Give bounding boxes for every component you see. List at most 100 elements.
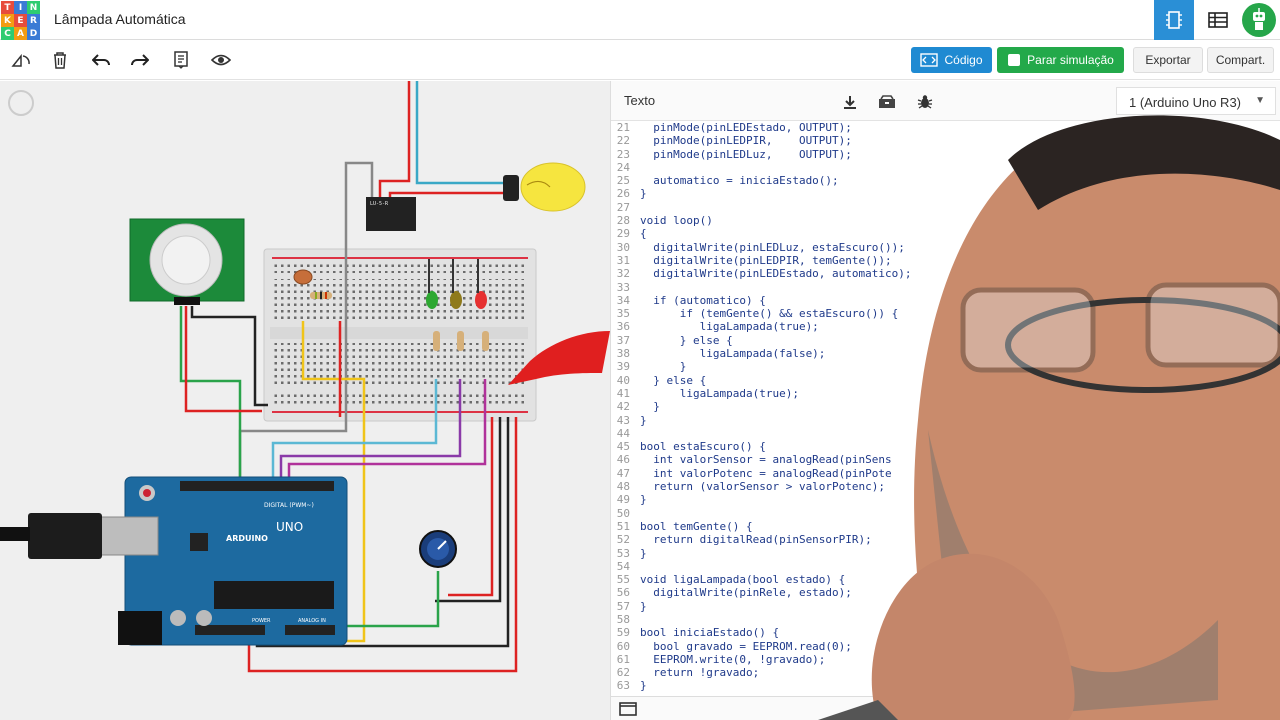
wire-black-pot: [435, 417, 502, 603]
photoresistor: [293, 269, 313, 285]
serial-monitor-icon: [619, 702, 637, 716]
arduino-model: UNO: [276, 520, 303, 534]
breadboard-power-rail: [272, 411, 528, 413]
share-button[interactable]: Compart.: [1207, 47, 1274, 73]
robot-icon: [1253, 8, 1265, 30]
logo-letter: E: [14, 14, 27, 27]
component-list-button[interactable]: [1198, 0, 1238, 40]
code-button-label: Código: [944, 53, 983, 67]
stop-simulation-label: Parar simulação: [1027, 53, 1114, 67]
notes-button[interactable]: [169, 48, 193, 72]
code-text: bool temGente() {: [640, 519, 753, 533]
dc-jack: [118, 611, 162, 645]
line-number: 40: [616, 373, 630, 387]
redo-icon: [131, 54, 149, 66]
usb-cable: [0, 527, 30, 541]
code-text: }: [640, 413, 647, 427]
line-number: 31: [616, 253, 630, 267]
logo-letter: R: [27, 14, 40, 27]
line-number: 62: [616, 666, 630, 680]
code-text: }: [640, 187, 647, 201]
stop-icon: [1008, 54, 1021, 66]
line-number: 25: [616, 174, 630, 188]
code-text: }: [640, 400, 660, 414]
line-number: 53: [616, 546, 630, 560]
line-number: 54: [616, 559, 630, 573]
circuit-canvas[interactable]: LU-5-R DIGITAL (PWM~) ARDUINO UNO POWER …: [0, 81, 610, 720]
line-number: 30: [616, 240, 630, 254]
line-number: 48: [616, 480, 630, 494]
line-number: 47: [616, 466, 630, 480]
circuit-view-button[interactable]: [1154, 0, 1194, 40]
code-button[interactable]: Código: [911, 47, 992, 73]
line-number: 58: [616, 612, 630, 626]
presenter-photo: [818, 115, 1280, 720]
code-text: ligaLampada(true);: [640, 320, 819, 334]
line-number: 37: [616, 333, 630, 347]
delete-button[interactable]: [48, 48, 72, 72]
logo-letter: T: [1, 1, 14, 14]
breadboard-divider: [270, 327, 528, 339]
code-text: }: [640, 599, 647, 613]
wire-red-pir: [184, 306, 262, 413]
eye-icon: [211, 54, 231, 66]
line-number: 46: [616, 453, 630, 467]
line-number: 24: [616, 160, 630, 174]
code-text: {: [640, 227, 647, 241]
code-mode-label[interactable]: Texto: [624, 93, 655, 108]
resistor-ldr: [310, 292, 332, 299]
relay-label: LU-5-R: [370, 201, 389, 207]
arduino-digital-label: DIGITAL (PWM~): [264, 502, 314, 509]
logo-letter: C: [1, 27, 14, 40]
chip-icon: [1166, 11, 1182, 29]
line-number: 60: [616, 639, 630, 653]
arduino-power-label: POWER: [252, 618, 271, 624]
user-avatar[interactable]: [1242, 3, 1276, 37]
project-title[interactable]: Lâmpada Automática: [54, 11, 186, 27]
line-number: 61: [616, 652, 630, 666]
code-icon: [920, 53, 939, 67]
export-button[interactable]: Exportar: [1133, 47, 1203, 73]
undo-button[interactable]: [89, 48, 113, 72]
view-button[interactable]: [209, 48, 233, 72]
light-bulb: [503, 162, 586, 212]
line-number: 52: [616, 533, 630, 547]
circuit-diagram: LU-5-R DIGITAL (PWM~) ARDUINO UNO POWER …: [0, 81, 610, 673]
wire-red-top: [378, 81, 411, 204]
line-number: 32: [616, 267, 630, 281]
rotate-button[interactable]: [9, 48, 33, 72]
logo-letter: I: [14, 1, 27, 14]
code-text: } else {: [640, 333, 733, 347]
arduino-analog-label: ANALOG IN: [298, 618, 326, 624]
line-number: 50: [616, 506, 630, 520]
notes-icon: [174, 51, 188, 69]
line-number: 28: [616, 214, 630, 228]
breadboard-power-rail: [272, 257, 528, 259]
tinkercad-logo[interactable]: TINKERCAD: [0, 0, 40, 40]
code-text: }: [640, 546, 647, 560]
undo-icon: [92, 54, 110, 66]
logo-letter: K: [1, 14, 14, 27]
line-number: 29: [616, 227, 630, 241]
line-number: 43: [616, 413, 630, 427]
code-text: ligaLampada(true);: [640, 386, 799, 400]
line-number: 36: [616, 320, 630, 334]
line-number: 51: [616, 519, 630, 533]
wire-green-pir: [179, 306, 242, 481]
wire-black-pir: [190, 306, 268, 407]
code-text: void loop(): [640, 214, 713, 228]
code-text: if (automatico) {: [640, 293, 766, 307]
arduino-brand: ARDUINO: [226, 534, 268, 543]
line-number: 23: [616, 147, 630, 161]
line-number: 59: [616, 626, 630, 640]
code-text: }: [640, 360, 687, 374]
line-number: 49: [616, 493, 630, 507]
stop-simulation-button[interactable]: Parar simulação: [997, 47, 1124, 73]
usb-plug: [28, 513, 102, 559]
line-number: 34: [616, 293, 630, 307]
code-text: }: [640, 679, 647, 693]
line-number: 26: [616, 187, 630, 201]
redo-button[interactable]: [128, 48, 152, 72]
logo-letter: N: [27, 1, 40, 14]
line-number: 56: [616, 586, 630, 600]
